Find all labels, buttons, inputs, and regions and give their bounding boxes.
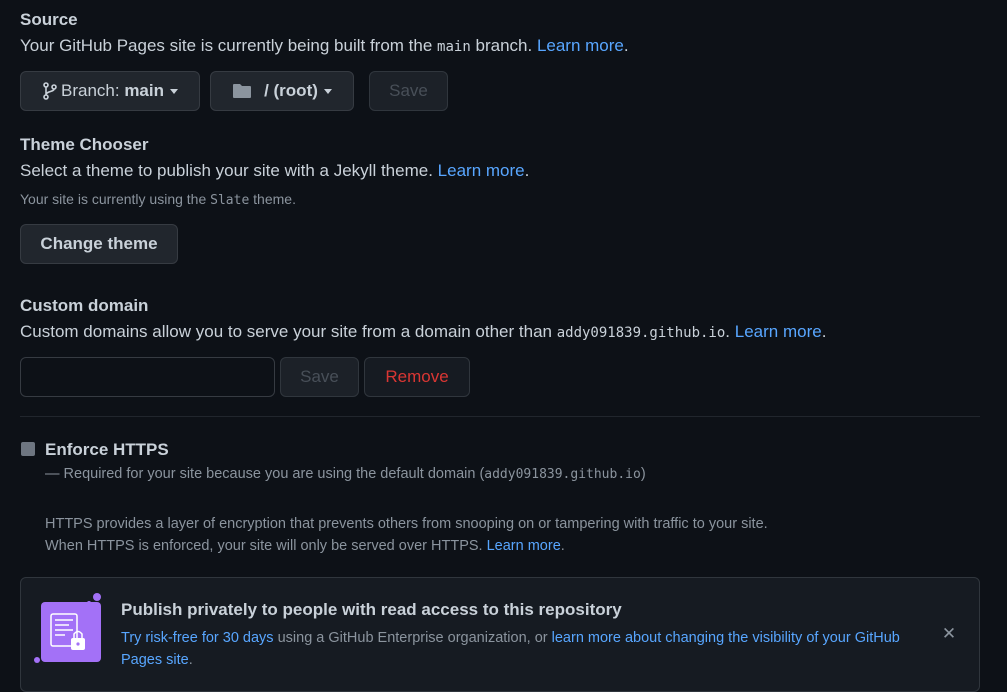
chevron-down-icon — [170, 88, 178, 94]
custom-domain-description: Custom domains allow you to serve your s… — [20, 322, 826, 342]
source-save-button[interactable]: Save — [369, 71, 448, 111]
custom-domain-input[interactable] — [20, 357, 275, 397]
banner-middle-text: using a GitHub Enterprise organization, … — [277, 630, 548, 646]
close-icon[interactable]: ✕ — [939, 624, 959, 644]
custom-domain-remove-label: Remove — [385, 367, 449, 386]
custom-domain-code: addy091839.github.io — [556, 325, 726, 341]
folder-icon — [232, 83, 252, 99]
branch-value-label: main — [124, 81, 164, 100]
custom-domain-learn-more-link[interactable]: Learn more — [735, 322, 822, 341]
https-info-text: When HTTPS is enforced, your site will o… — [45, 538, 483, 554]
change-theme-button[interactable]: Change theme — [20, 224, 178, 264]
custom-domain-save-button[interactable]: Save — [280, 357, 359, 397]
theme-description: Select a theme to publish your site with… — [20, 161, 529, 181]
source-desc-after: branch. — [475, 36, 533, 55]
custom-domain-period: . — [821, 322, 827, 341]
chevron-down-icon — [323, 88, 332, 94]
enforce-https-checkbox[interactable] — [21, 442, 35, 456]
theme-title: Theme Chooser — [20, 135, 149, 154]
branch-select-button[interactable]: Branch: main — [20, 71, 200, 111]
branch-prefix-label: Branch: — [60, 81, 120, 100]
publish-privately-banner: Publish privately to people with read ac… — [20, 577, 980, 692]
https-info-line-2: When HTTPS is enforced, your site will o… — [45, 538, 565, 554]
banner-period: . — [188, 652, 193, 668]
source-title: Source — [20, 10, 78, 29]
https-period: . — [560, 538, 565, 554]
change-theme-label: Change theme — [40, 234, 158, 253]
source-description: Your GitHub Pages site is currently bein… — [20, 36, 629, 56]
https-info-line-1: HTTPS provides a layer of encryption tha… — [45, 516, 768, 532]
enforce-https-title: Enforce HTTPS — [45, 440, 169, 459]
private-pages-illustration-icon — [34, 593, 101, 664]
folder-select-button[interactable]: / (root) — [210, 71, 354, 111]
source-desc-text: Your GitHub Pages site is currently bein… — [20, 36, 433, 55]
https-required-domain-code: addy091839.github.io — [484, 467, 641, 482]
folder-value-label: / (root) — [264, 81, 318, 100]
custom-domain-code-period: . — [725, 322, 731, 341]
custom-domain-save-label: Save — [300, 367, 339, 386]
git-branch-icon — [42, 82, 58, 100]
custom-domain-remove-button[interactable]: Remove — [364, 357, 470, 397]
theme-desc-text: Select a theme to publish your site with… — [20, 161, 433, 180]
source-save-label: Save — [389, 81, 428, 100]
banner-try-link[interactable]: Try risk-free for 30 days — [121, 630, 274, 646]
banner-learn-more-link[interactable]: learn more about changing the visibility… — [552, 630, 900, 646]
source-period: . — [623, 36, 629, 55]
source-branch-code: main — [437, 39, 471, 55]
theme-note-text: Your site is currently using the — [20, 191, 207, 207]
section-divider — [20, 416, 980, 417]
custom-domain-title: Custom domain — [20, 296, 149, 315]
custom-domain-desc-text: Custom domains allow you to serve your s… — [20, 322, 552, 341]
banner-learn-more-link-continued[interactable]: Pages site — [121, 652, 189, 668]
theme-name-code: Slate — [210, 193, 250, 208]
https-required-text: — Required for your site because you are… — [45, 466, 485, 482]
theme-learn-more-link[interactable]: Learn more — [438, 161, 525, 180]
source-learn-more-link[interactable]: Learn more — [537, 36, 624, 55]
theme-note: Your site is currently using the Slate t… — [20, 191, 296, 208]
banner-description: Try risk-free for 30 days using a GitHub… — [121, 627, 936, 671]
https-required-note: — Required for your site because you are… — [45, 466, 646, 482]
https-learn-more-link[interactable]: Learn more — [487, 538, 561, 554]
theme-note-after: theme. — [253, 191, 296, 207]
theme-period: . — [524, 161, 530, 180]
banner-title: Publish privately to people with read ac… — [121, 600, 622, 619]
https-required-after: ) — [640, 466, 646, 482]
